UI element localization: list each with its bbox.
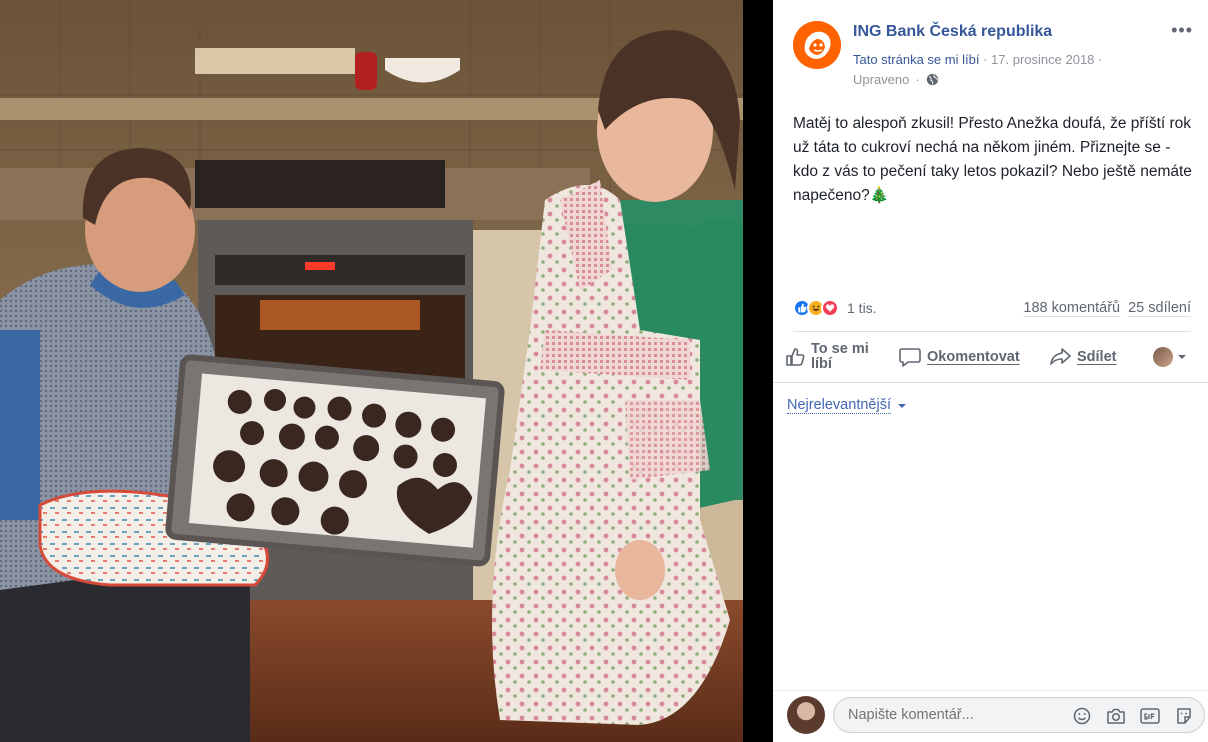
caret-down-icon: [897, 403, 906, 408]
reaction-icons[interactable]: [793, 299, 839, 317]
comment-sort-dropdown[interactable]: Nejrelevantnější: [787, 397, 907, 414]
page-avatar[interactable]: [793, 21, 841, 69]
post-photo[interactable]: [0, 0, 743, 742]
page-name-link[interactable]: ING Bank Česká republika: [853, 23, 1052, 41]
meta-separator: ·: [915, 72, 920, 87]
thumbs-up-icon: [786, 348, 805, 366]
reactions-row: 1 tis. 188 komentářů 25 sdílení: [793, 295, 1191, 321]
comment-bubble-icon: [899, 348, 921, 367]
shares-count-link[interactable]: 25 sdílení: [1128, 300, 1191, 316]
composer-icons: [1072, 706, 1194, 726]
comment-composer: [787, 696, 1205, 734]
like-button[interactable]: To se mi líbí: [785, 342, 895, 372]
user-avatar: [1153, 347, 1173, 367]
commenter-avatar: [787, 696, 825, 734]
divider-line: [793, 331, 1191, 332]
reactions-count[interactable]: 1 tis.: [847, 300, 877, 316]
sticker-icon[interactable]: [1174, 706, 1194, 726]
emoji-icon[interactable]: [1072, 706, 1092, 726]
comment-button[interactable]: Okomentovat: [899, 347, 1049, 367]
divider-line: [773, 382, 1208, 383]
like-button-label: To se mi líbí: [811, 341, 869, 372]
share-button-label: Sdílet: [1077, 349, 1117, 365]
more-options-button[interactable]: •••: [1171, 20, 1193, 41]
like-page-link[interactable]: Tato stránka se mi líbí: [853, 52, 979, 67]
share-arrow-icon: [1050, 348, 1071, 365]
comment-sort-label: Nejrelevantnější: [787, 397, 891, 414]
comment-input[interactable]: [848, 707, 1048, 723]
post-meta-second-line: Upraveno ·: [853, 72, 939, 87]
post-actions-bar: To se mi líbí Okomentovat Sdílet: [785, 338, 1195, 376]
comment-button-label: Okomentovat: [927, 349, 1020, 365]
post-stats: 188 komentářů 25 sdílení: [1023, 300, 1191, 316]
meta-separator: ·: [983, 52, 988, 67]
lion-logo-icon: [793, 21, 841, 69]
photo-divider: [743, 0, 773, 742]
chevron-down-icon: [1178, 355, 1186, 359]
post-text: Matěj to alespoň zkusil! Přesto Anežka d…: [793, 115, 1192, 204]
photo-illustration: [0, 0, 743, 742]
edited-label[interactable]: Upraveno: [853, 72, 909, 87]
share-button[interactable]: Sdílet: [1049, 347, 1149, 367]
divider-line: [773, 690, 1208, 691]
love-reaction-icon: [821, 299, 839, 317]
post-meta: Tato stránka se mi líbí · 17. prosince 2…: [853, 52, 1102, 67]
post-header: ING Bank Česká republika Tato stránka se…: [793, 18, 1193, 90]
comment-input-box[interactable]: [833, 697, 1205, 733]
meta-separator: ·: [1098, 52, 1103, 67]
act-as-selector[interactable]: [1153, 347, 1187, 367]
post-date[interactable]: 17. prosince 2018: [991, 52, 1094, 67]
post-side-panel: ING Bank Česká republika Tato stránka se…: [773, 0, 1208, 742]
gif-icon[interactable]: [1140, 706, 1160, 726]
globe-icon[interactable]: [926, 73, 939, 86]
comments-count-link[interactable]: 188 komentářů: [1023, 300, 1120, 316]
camera-icon[interactable]: [1106, 706, 1126, 726]
